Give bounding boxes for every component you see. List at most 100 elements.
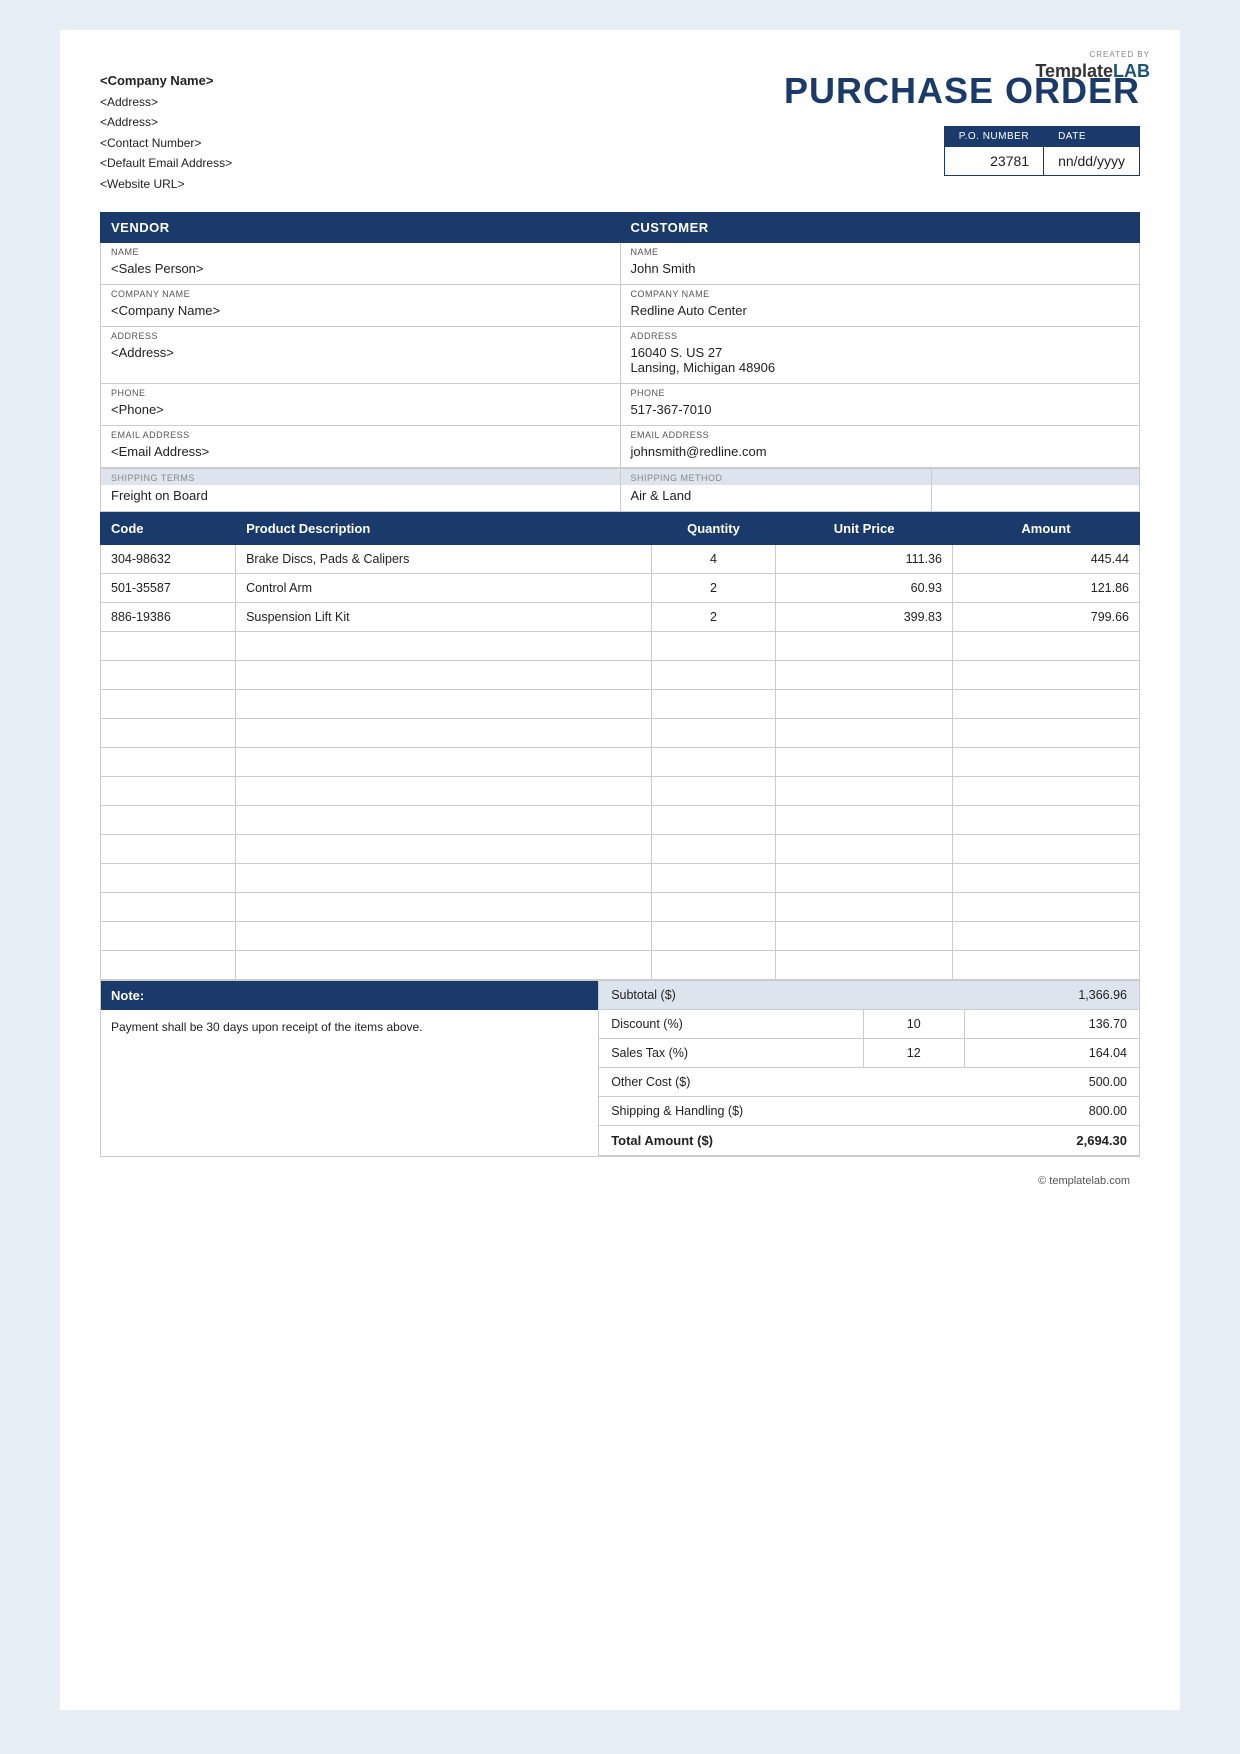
footer-section: Note: Payment shall be 30 days upon rece… [100,980,1140,1157]
vendor-email-value: <Email Address> [101,441,621,468]
company-contact: <Contact Number> [100,133,232,153]
subtotal-value: 1,366.96 [964,981,1139,1010]
discount-row: Discount (%) 10 136.70 [599,1010,1139,1039]
note-box: Note: Payment shall be 30 days upon rece… [100,980,599,1157]
shipping-row: Shipping & Handling ($) 800.00 [599,1097,1139,1126]
customer-phone-label: PHONE [620,384,1140,400]
customer-email-label: EMAIL ADDRESS [620,426,1140,442]
vendor-address-value: <Address> [101,342,621,384]
vendor-header: VENDOR [101,213,621,243]
table-row-empty [101,719,1140,748]
po-date-header: DATE [1044,127,1140,147]
customer-company-value: Redline Auto Center [620,300,1140,327]
other-value: 500.00 [964,1068,1139,1097]
vendor-company-label: COMPANY NAME [101,285,621,301]
tax-value: 164.04 [964,1039,1139,1068]
vendor-company-value: <Company Name> [101,300,621,327]
customer-name-value: John Smith [620,258,1140,285]
customer-header: CUSTOMER [620,213,1140,243]
row-qty: 2 [651,574,776,603]
shipping-method-value: Air & Land [620,485,932,512]
customer-name-label: NAME [620,243,1140,259]
total-value: 2,694.30 [964,1126,1139,1156]
subtotal-label: Subtotal ($) [599,981,964,1010]
totals-table: Subtotal ($) 1,366.96 Discount (%) 10 13… [599,981,1139,1156]
total-label: Total Amount ($) [599,1126,964,1156]
table-row-empty [101,806,1140,835]
table-row-empty [101,864,1140,893]
discount-label: Discount (%) [599,1010,863,1039]
logo-block: CREATED BY TemplateLAB [1035,50,1150,84]
copyright: © templatelab.com [100,1175,1140,1187]
total-row: Total Amount ($) 2,694.30 [599,1126,1139,1156]
shipping-handling-value: 800.00 [964,1097,1139,1126]
row-amount: 799.66 [952,603,1139,632]
table-row: 304-98632 Brake Discs, Pads & Calipers 4… [101,545,1140,574]
table-row-empty [101,690,1140,719]
shipping-extra-value [932,485,1140,512]
table-row-empty [101,835,1140,864]
table-row-empty [101,951,1140,980]
col-desc-header: Product Description [236,513,652,545]
discount-value: 136.70 [964,1010,1139,1039]
purchase-order-page: CREATED BY TemplateLAB <Company Name> <A… [60,30,1180,1710]
other-label: Other Cost ($) [599,1068,964,1097]
table-row-empty [101,893,1140,922]
customer-address-label: ADDRESS [620,327,1140,343]
company-name: <Company Name> [100,70,232,92]
shipping-handling-label: Shipping & Handling ($) [599,1097,964,1126]
shipping-extra-label [932,469,1140,486]
company-website: <Website URL> [100,174,232,194]
company-email: <Default Email Address> [100,153,232,173]
company-address1: <Address> [100,92,232,112]
table-row-empty [101,748,1140,777]
other-row: Other Cost ($) 500.00 [599,1068,1139,1097]
table-row-empty [101,777,1140,806]
po-title-block: PURCHASE ORDER P.O. NUMBER DATE 23781 nn… [784,70,1140,176]
vendor-address-label: ADDRESS [101,327,621,343]
row-code: 886-19386 [101,603,236,632]
totals-box: Subtotal ($) 1,366.96 Discount (%) 10 13… [599,980,1140,1157]
table-row-empty [101,922,1140,951]
row-qty: 2 [651,603,776,632]
col-qty-header: Quantity [651,513,776,545]
vendor-customer-table: VENDOR CUSTOMER NAME NAME <Sales Person>… [100,212,1140,468]
row-unit-price: 399.83 [776,603,953,632]
vendor-phone-label: PHONE [101,384,621,400]
row-unit-price: 60.93 [776,574,953,603]
vendor-name-value: <Sales Person> [101,258,621,285]
row-desc: Suspension Lift Kit [236,603,652,632]
shipping-table: SHIPPING TERMS SHIPPING METHOD Freight o… [100,468,1140,512]
row-unit-price: 111.36 [776,545,953,574]
table-row: 501-35587 Control Arm 2 60.93 121.86 [101,574,1140,603]
table-row-empty [101,632,1140,661]
vendor-phone-value: <Phone> [101,399,621,426]
po-date-value: nn/dd/yyyy [1044,147,1140,176]
tax-row: Sales Tax (%) 12 164.04 [599,1039,1139,1068]
row-desc: Brake Discs, Pads & Calipers [236,545,652,574]
created-by-text: CREATED BY [1035,50,1150,60]
row-amount: 121.86 [952,574,1139,603]
header-row: <Company Name> <Address> <Address> <Cont… [100,70,1140,194]
customer-address-line2: Lansing, Michigan 48906 [631,360,776,375]
col-unit-header: Unit Price [776,513,953,545]
customer-phone-value: 517-367-7010 [620,399,1140,426]
shipping-terms-value: Freight on Board [101,485,621,512]
table-row-empty [101,661,1140,690]
shipping-method-label: SHIPPING METHOD [620,469,932,486]
vendor-name-label: NAME [101,243,621,259]
tax-label: Sales Tax (%) [599,1039,863,1068]
col-code-header: Code [101,513,236,545]
vendor-email-label: EMAIL ADDRESS [101,426,621,442]
discount-pct: 10 [863,1010,964,1039]
customer-company-label: COMPANY NAME [620,285,1140,301]
table-row: 886-19386 Suspension Lift Kit 2 399.83 7… [101,603,1140,632]
row-code: 501-35587 [101,574,236,603]
row-desc: Control Arm [236,574,652,603]
customer-email-value: johnsmith@redline.com [620,441,1140,468]
brand-name: TemplateLAB [1035,60,1150,83]
customer-address-value: 16040 S. US 27 Lansing, Michigan 48906 [620,342,1140,384]
row-amount: 445.44 [952,545,1139,574]
row-qty: 4 [651,545,776,574]
products-table: Code Product Description Quantity Unit P… [100,512,1140,980]
